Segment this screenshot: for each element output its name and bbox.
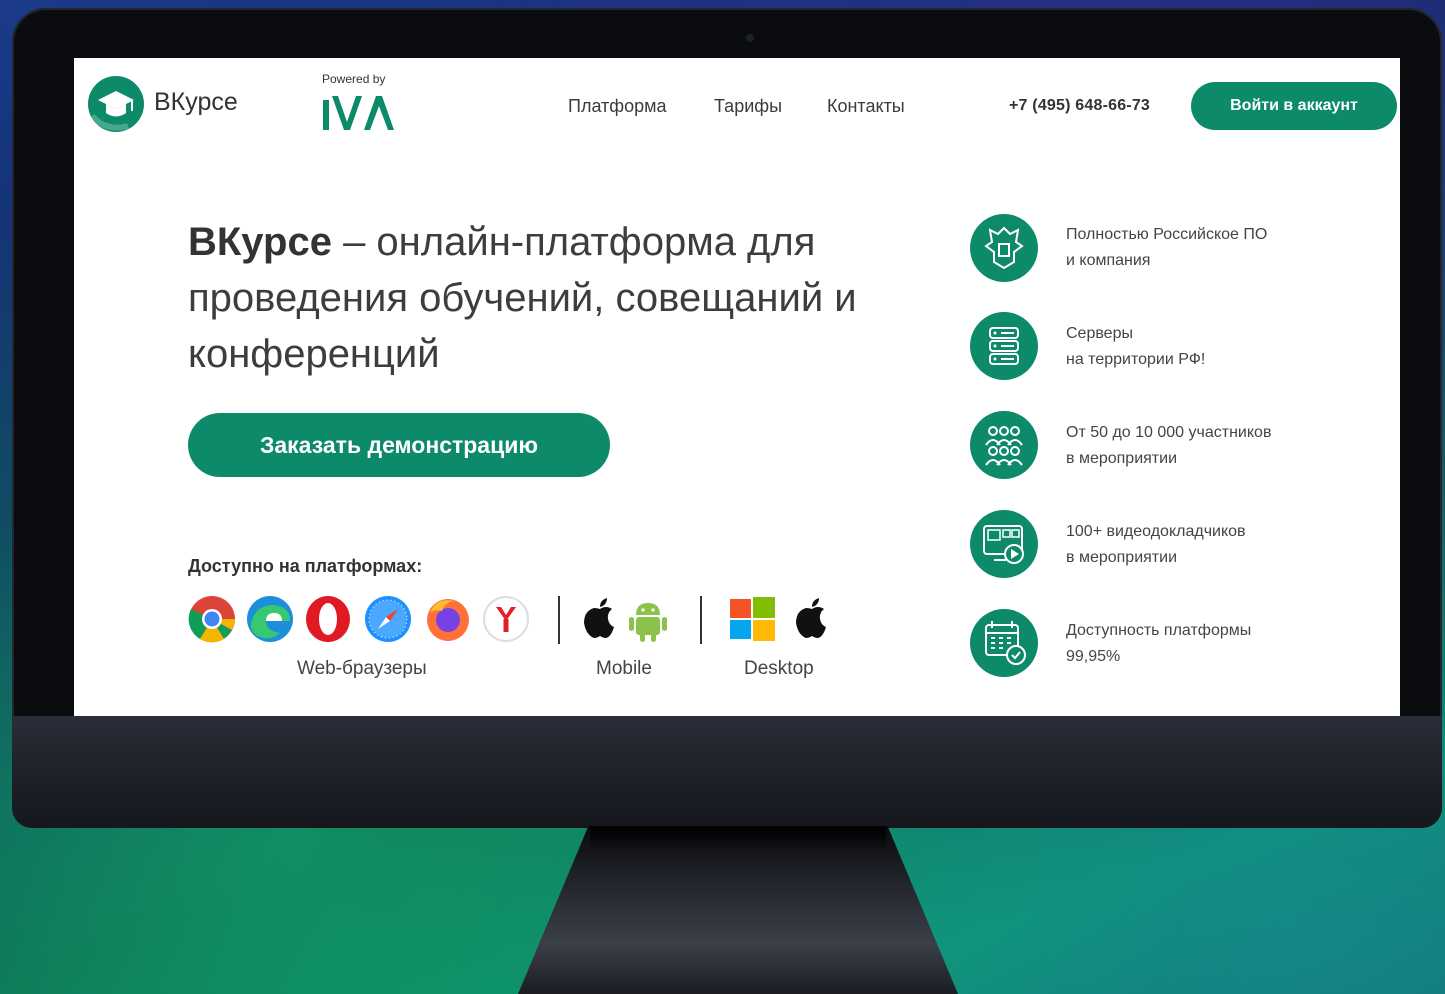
safari-icon (365, 596, 411, 642)
firefox-icon (427, 599, 469, 641)
login-button[interactable]: Войти в аккаунт (1191, 82, 1397, 130)
feature-participants: От 50 до 10 000 участников в мероприятии (1066, 420, 1326, 472)
iva-logo[interactable] (320, 90, 396, 137)
yandex-browser-icon (483, 596, 529, 642)
stand-shadow (590, 826, 886, 854)
feature-line: 99,95% (1066, 648, 1121, 665)
feature-line: в мероприятии (1066, 549, 1178, 566)
brand-name[interactable]: ВКурсе (154, 88, 238, 117)
hero-title-brand: ВКурсе (188, 220, 332, 264)
feature-line: на территории РФ! (1066, 351, 1206, 368)
monitor-chin (12, 716, 1442, 828)
nav-contacts-link[interactable]: Контакты (827, 96, 905, 117)
web-browsers-label: Web-браузеры (297, 658, 427, 679)
feature-video-speakers: 100+ видеодокладчиков в мероприятии (1066, 519, 1326, 571)
platform-separator (700, 596, 702, 644)
opera-icon (306, 596, 350, 642)
server-icon (970, 312, 1038, 380)
participants-icon (970, 411, 1038, 479)
mobile-label: Mobile (596, 658, 652, 679)
apple-icon (796, 598, 826, 638)
feature-line: От 50 до 10 000 участников (1066, 424, 1272, 441)
feature-line: 100+ видеодокладчиков (1066, 523, 1246, 540)
feature-line: Серверы (1066, 325, 1133, 342)
feature-line: Полностью Российское ПО (1066, 226, 1268, 243)
feature-availability: Доступность платформы 99,95% (1066, 618, 1326, 670)
windows-icon (730, 597, 775, 641)
chrome-icon (188, 596, 235, 643)
order-demo-button[interactable]: Заказать демонстрацию (188, 413, 610, 477)
hero-title: ВКурсе – онлайн-платформа для проведения… (188, 214, 928, 382)
platform-separator (558, 596, 560, 644)
website-screen: ВКурсе Powered by Платформа Тарифы Конта… (74, 58, 1400, 716)
platforms-title: Доступно на платформах: (188, 556, 423, 576)
video-speakers-icon (970, 510, 1038, 578)
desktop-label: Desktop (744, 658, 814, 679)
feature-russian-software: Полностью Российское ПО и компания (1066, 222, 1326, 274)
android-icon (629, 603, 667, 642)
feature-line: в мероприятии (1066, 450, 1178, 467)
apple-icon (584, 598, 614, 638)
nav-platform-link[interactable]: Платформа (568, 96, 667, 117)
camera-dot (746, 34, 754, 42)
feature-line: и компания (1066, 252, 1151, 269)
feature-servers: Серверы на территории РФ! (1066, 321, 1326, 373)
brand-logo-icon[interactable] (88, 76, 144, 132)
feature-line: Доступность платформы (1066, 622, 1252, 639)
phone-link[interactable]: +7 (495) 648-66-73 (1009, 97, 1150, 115)
nav-tariffs-link[interactable]: Тарифы (714, 96, 782, 117)
calendar-check-icon (970, 609, 1038, 677)
powered-by-label: Powered by (322, 72, 386, 86)
edge-icon (247, 596, 293, 642)
coat-of-arms-icon (970, 214, 1038, 282)
